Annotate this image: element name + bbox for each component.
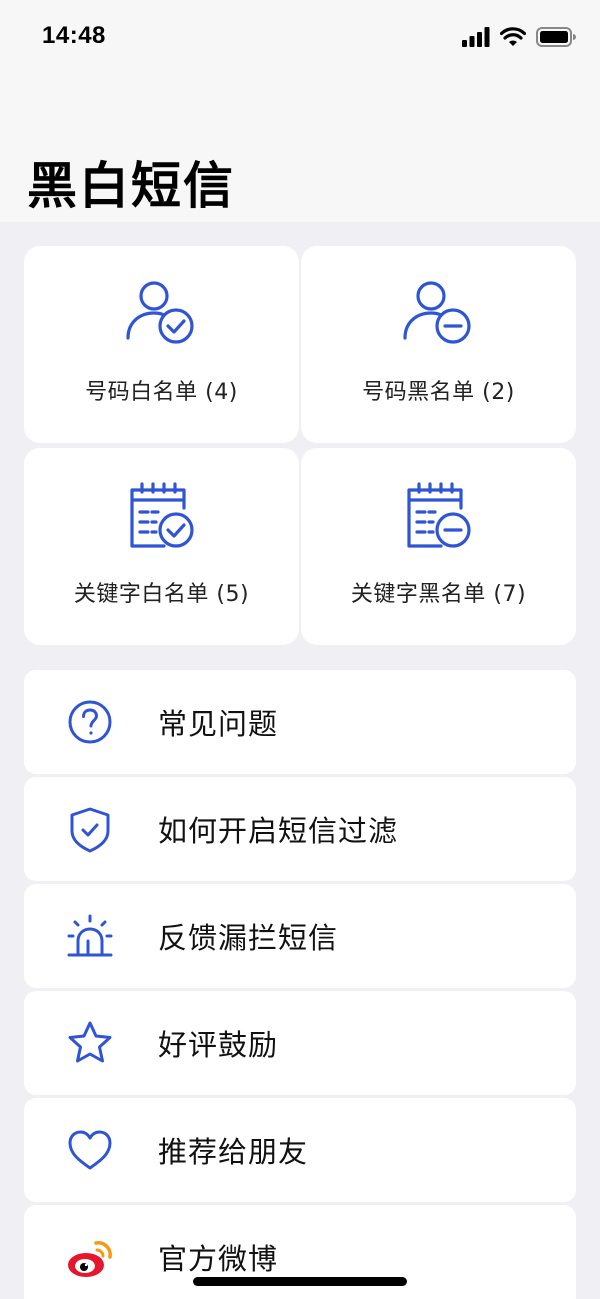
user-block-icon <box>402 281 471 344</box>
menu-label: 如何开启短信过滤 <box>158 814 399 848</box>
heart-icon <box>68 1130 112 1170</box>
weibo-icon <box>68 1241 112 1277</box>
menu-label: 常见问题 <box>158 707 279 741</box>
menu-item-recommend[interactable]: 推荐给朋友 <box>24 1098 576 1202</box>
header: 14:48 黑白短信 <box>0 0 600 222</box>
shield-check-icon <box>70 807 110 853</box>
card-label: 关键字黑名单 (7) <box>350 582 527 607</box>
menu-label: 官方微博 <box>158 1242 279 1276</box>
card-label: 号码黑名单 (2) <box>362 380 515 405</box>
status-time: 14:48 <box>42 22 106 49</box>
card-number-blacklist[interactable]: 号码黑名单 (2) <box>301 246 576 443</box>
menu-label: 推荐给朋友 <box>158 1135 309 1169</box>
card-label: 号码白名单 (4) <box>85 380 238 405</box>
menu-item-rate[interactable]: 好评鼓励 <box>24 991 576 1095</box>
card-label: 关键字白名单 (5) <box>73 582 250 607</box>
card-keyword-whitelist[interactable]: 关键字白名单 (5) <box>24 448 299 645</box>
card-number-whitelist[interactable]: 号码白名单 (4) <box>24 246 299 443</box>
wifi-icon <box>500 27 526 46</box>
cellular-signal-icon <box>462 27 490 47</box>
alarm-light-icon <box>67 914 113 957</box>
question-icon <box>68 700 112 744</box>
keyword-check-icon <box>129 482 194 548</box>
card-keyword-blacklist[interactable]: 关键字黑名单 (7) <box>301 448 576 645</box>
status-icons <box>462 24 576 50</box>
user-check-icon <box>125 281 194 344</box>
menu-item-faq[interactable]: 常见问题 <box>24 670 576 774</box>
battery-icon <box>536 27 576 47</box>
menu-item-enable-filter[interactable]: 如何开启短信过滤 <box>24 777 576 881</box>
menu-item-report-missed[interactable]: 反馈漏拦短信 <box>24 884 576 988</box>
page-title: 黑白短信 <box>27 157 235 215</box>
keyword-block-icon <box>406 482 471 548</box>
menu-label: 反馈漏拦短信 <box>158 921 339 955</box>
menu-label: 好评鼓励 <box>158 1028 279 1062</box>
home-indicator <box>193 1277 407 1286</box>
status-bar: 14:48 <box>0 0 600 80</box>
star-icon <box>68 1021 112 1063</box>
